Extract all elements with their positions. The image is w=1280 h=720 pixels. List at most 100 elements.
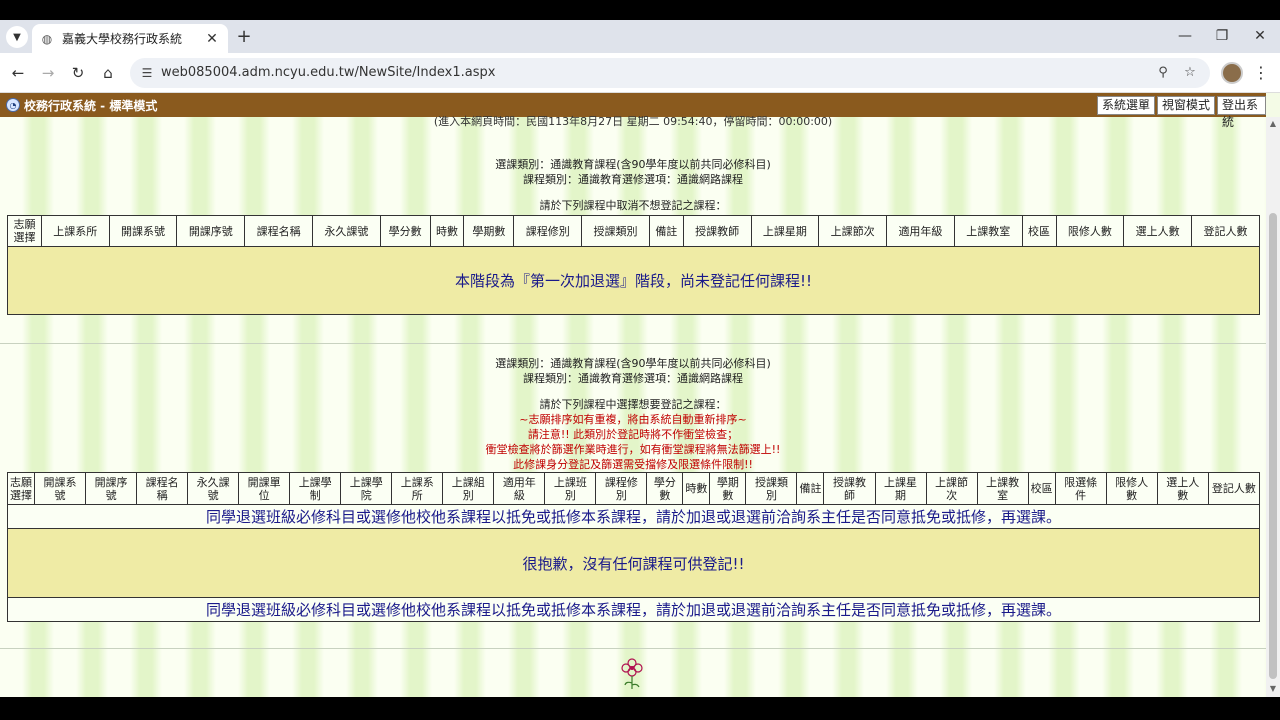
url-text[interactable]: web085004.adm.ncyu.edu.tw/NewSite/Index1…	[161, 65, 495, 80]
reload-icon[interactable]: ↻	[68, 63, 88, 83]
column-header: 上課系所	[40, 215, 110, 247]
column-header: 校區	[1021, 215, 1057, 247]
column-header: 上課教室	[976, 472, 1029, 505]
column-header: 志願 選擇	[6, 472, 36, 505]
scroll-up-icon[interactable]: ▲	[1268, 119, 1278, 128]
screen-top-border	[0, 0, 1280, 20]
zoom-icon[interactable]: ⚲	[1154, 64, 1172, 82]
column-header: 限選條件	[1054, 472, 1107, 505]
no-registration-message: 本階段為『第一次加退選』階段，尚未登記任何課程!!	[7, 246, 1260, 315]
column-header: 限修人數	[1105, 472, 1158, 505]
tab-strip: ▼ ◍ 嘉義大學校務行政系統 ✕ + — ❐ ✕	[0, 20, 1280, 53]
entry-time: (進入本網頁時間：民國113年8月27日 星期二 09:54:40，停留時間：0…	[433, 115, 833, 128]
table-row: 同學退選班級必修科目或選修他校他系課程以抵免或抵修本系課程，請於加退或退選前洽詢…	[7, 504, 1260, 529]
column-header: 上課節次	[818, 215, 888, 247]
column-header: 時數	[429, 215, 465, 247]
flower-icon	[621, 658, 643, 689]
scroll-down-icon[interactable]: ▼	[1268, 684, 1278, 693]
column-header: 上課教室	[953, 215, 1023, 247]
column-header: 上課組別	[442, 472, 495, 505]
column-header: 課程修別	[595, 472, 648, 505]
new-tab-button[interactable]: +	[234, 27, 254, 47]
table-row: 很抱歉，沒有任何課程可供登記!!	[7, 528, 1260, 598]
column-header: 開課序號	[176, 215, 246, 247]
column-header: 開課系號	[34, 472, 87, 505]
registered-courses-table: 志願 選擇 上課系所 開課系號 開課序號 課程名稱 永久課號 學分數 時數 學期數…	[7, 215, 1260, 315]
address-bar[interactable]: ☰ web085004.adm.ncyu.edu.tw/NewSite/Inde…	[130, 58, 1210, 88]
tab-search-button[interactable]: ▼	[6, 26, 28, 48]
column-header: 校區	[1027, 472, 1056, 505]
column-header: 備註	[648, 215, 684, 247]
advisory-note: 同學退選班級必修科目或選修他校他系課程以抵免或抵修本系課程，請於加退或退選前洽詢…	[7, 504, 1260, 529]
column-header: 時數	[682, 472, 711, 505]
no-courses-message: 很抱歉，沒有任何課程可供登記!!	[7, 528, 1260, 598]
scrollbar-thumb[interactable]	[1269, 213, 1277, 679]
column-header: 上課星期	[750, 215, 820, 247]
minimize-button[interactable]: —	[1175, 28, 1195, 44]
section1-category: 選課類別：通識教育課程(含90學年度以前共同必修科目)	[495, 158, 771, 171]
column-header: 授課類別	[581, 215, 650, 247]
column-header: 適用年級	[493, 472, 546, 505]
site-info-icon[interactable]: ☰	[138, 64, 156, 82]
chevron-down-icon: ▼	[13, 31, 21, 43]
section2-course-type: 課程類別：通識教育選修選項：通識網路課程	[523, 372, 743, 385]
advisory-note: 同學退選班級必修科目或選修他校他系課程以抵免或抵修本系課程，請於加退或退選前洽詢…	[7, 597, 1260, 622]
column-header: 上課節次	[925, 472, 978, 505]
page-content: ◔ 校務行政系統 - 標準模式 系統選單 視窗模式 登出系統 (進入本網頁時間：…	[0, 93, 1280, 697]
section2-category: 選課類別：通識教育課程(含90學年度以前共同必修科目)	[495, 357, 771, 370]
section1-course-type: 課程類別：通識教育選修選項：通識網路課程	[523, 173, 743, 186]
column-header: 選上人數	[1156, 472, 1209, 505]
app-title: 校務行政系統 - 標準模式	[24, 98, 158, 113]
more-icon[interactable]: ⋮	[1253, 63, 1269, 83]
column-header: 學期數	[463, 215, 515, 247]
table-header-row: 志願 選擇 開課系號 開課序號 課程名稱 永久課號 開課單位 上課學制 上課學院 …	[6, 472, 1261, 505]
home-icon[interactable]: ⌂	[98, 63, 118, 83]
screen-bottom-border	[0, 697, 1280, 720]
warning-note: 此修課身分登記及篩選需受擋修及限選條件限制!!	[513, 458, 753, 471]
column-header: 學分數	[646, 472, 684, 505]
column-header: 授課類別	[745, 472, 798, 505]
table-header-row: 志願 選擇 上課系所 開課系號 開課序號 課程名稱 永久課號 學分數 時數 學期數…	[7, 215, 1260, 247]
logo-icon: ◔	[6, 98, 20, 112]
column-header: 上課學院	[340, 472, 393, 505]
window-close-button[interactable]: ✕	[1250, 28, 1270, 44]
warning-note: ~志願排序如有重複，將由系統自動重新排序~	[519, 413, 747, 426]
column-header: 備註	[796, 472, 825, 505]
globe-icon: ◍	[41, 31, 53, 46]
table-row: 本階段為『第一次加退選』階段，尚未登記任何課程!!	[7, 246, 1260, 315]
page-scrollbar[interactable]: ▲ ▼	[1266, 117, 1280, 697]
section-divider	[0, 648, 1266, 649]
scroll-area: (進入本網頁時間：民國113年8月27日 星期二 09:54:40，停留時間：0…	[0, 115, 1266, 697]
profile-icon[interactable]	[1221, 62, 1243, 84]
column-header: 上課班別	[544, 472, 597, 505]
section-divider	[0, 343, 1266, 344]
column-header: 限修人數	[1055, 215, 1125, 247]
column-header: 上課星期	[874, 472, 927, 505]
browser-toolbar: ← → ↻ ⌂ ☰ web085004.adm.ncyu.edu.tw/NewS…	[0, 53, 1280, 93]
column-header: 開課單位	[238, 472, 291, 505]
column-header: 開課系號	[108, 215, 178, 247]
column-header: 上課學制	[289, 472, 342, 505]
column-header: 學分數	[379, 215, 431, 247]
column-header: 授課教師	[823, 472, 876, 505]
column-header: 開課序號	[85, 472, 138, 505]
column-header: 登記人數	[1191, 215, 1260, 247]
active-tab[interactable]: ◍ 嘉義大學校務行政系統 ✕	[32, 24, 228, 53]
available-courses-table: 志願 選擇 開課系號 開課序號 課程名稱 永久課號 開課單位 上課學制 上課學院 …	[6, 472, 1261, 622]
table-row: 同學退選班級必修科目或選修他校他系課程以抵免或抵修本系課程，請於加退或退選前洽詢…	[7, 597, 1260, 622]
column-header: 志願 選擇	[7, 215, 42, 247]
back-icon[interactable]: ←	[8, 63, 28, 83]
section2-instruction: 請於下列課程中選擇想要登記之課程：	[539, 398, 727, 411]
column-header: 課程修別	[513, 215, 583, 247]
star-icon[interactable]: ☆	[1181, 64, 1199, 82]
column-header: 授課教師	[682, 215, 752, 247]
close-icon[interactable]: ✕	[204, 31, 220, 47]
warning-note: 請注意!! 此類別於登記時將不作衝堂檢查；	[527, 428, 739, 441]
column-header: 登記人數	[1207, 472, 1261, 505]
tab-title: 嘉義大學校務行政系統	[62, 32, 183, 46]
warning-note: 衝堂檢查將於篩選作業時進行，如有衝堂課程將無法篩選上!!	[485, 443, 781, 456]
column-header: 適用年級	[886, 215, 955, 247]
restore-button[interactable]: ❐	[1212, 28, 1232, 44]
forward-icon[interactable]: →	[38, 63, 58, 83]
column-header: 課程名稱	[244, 215, 313, 247]
